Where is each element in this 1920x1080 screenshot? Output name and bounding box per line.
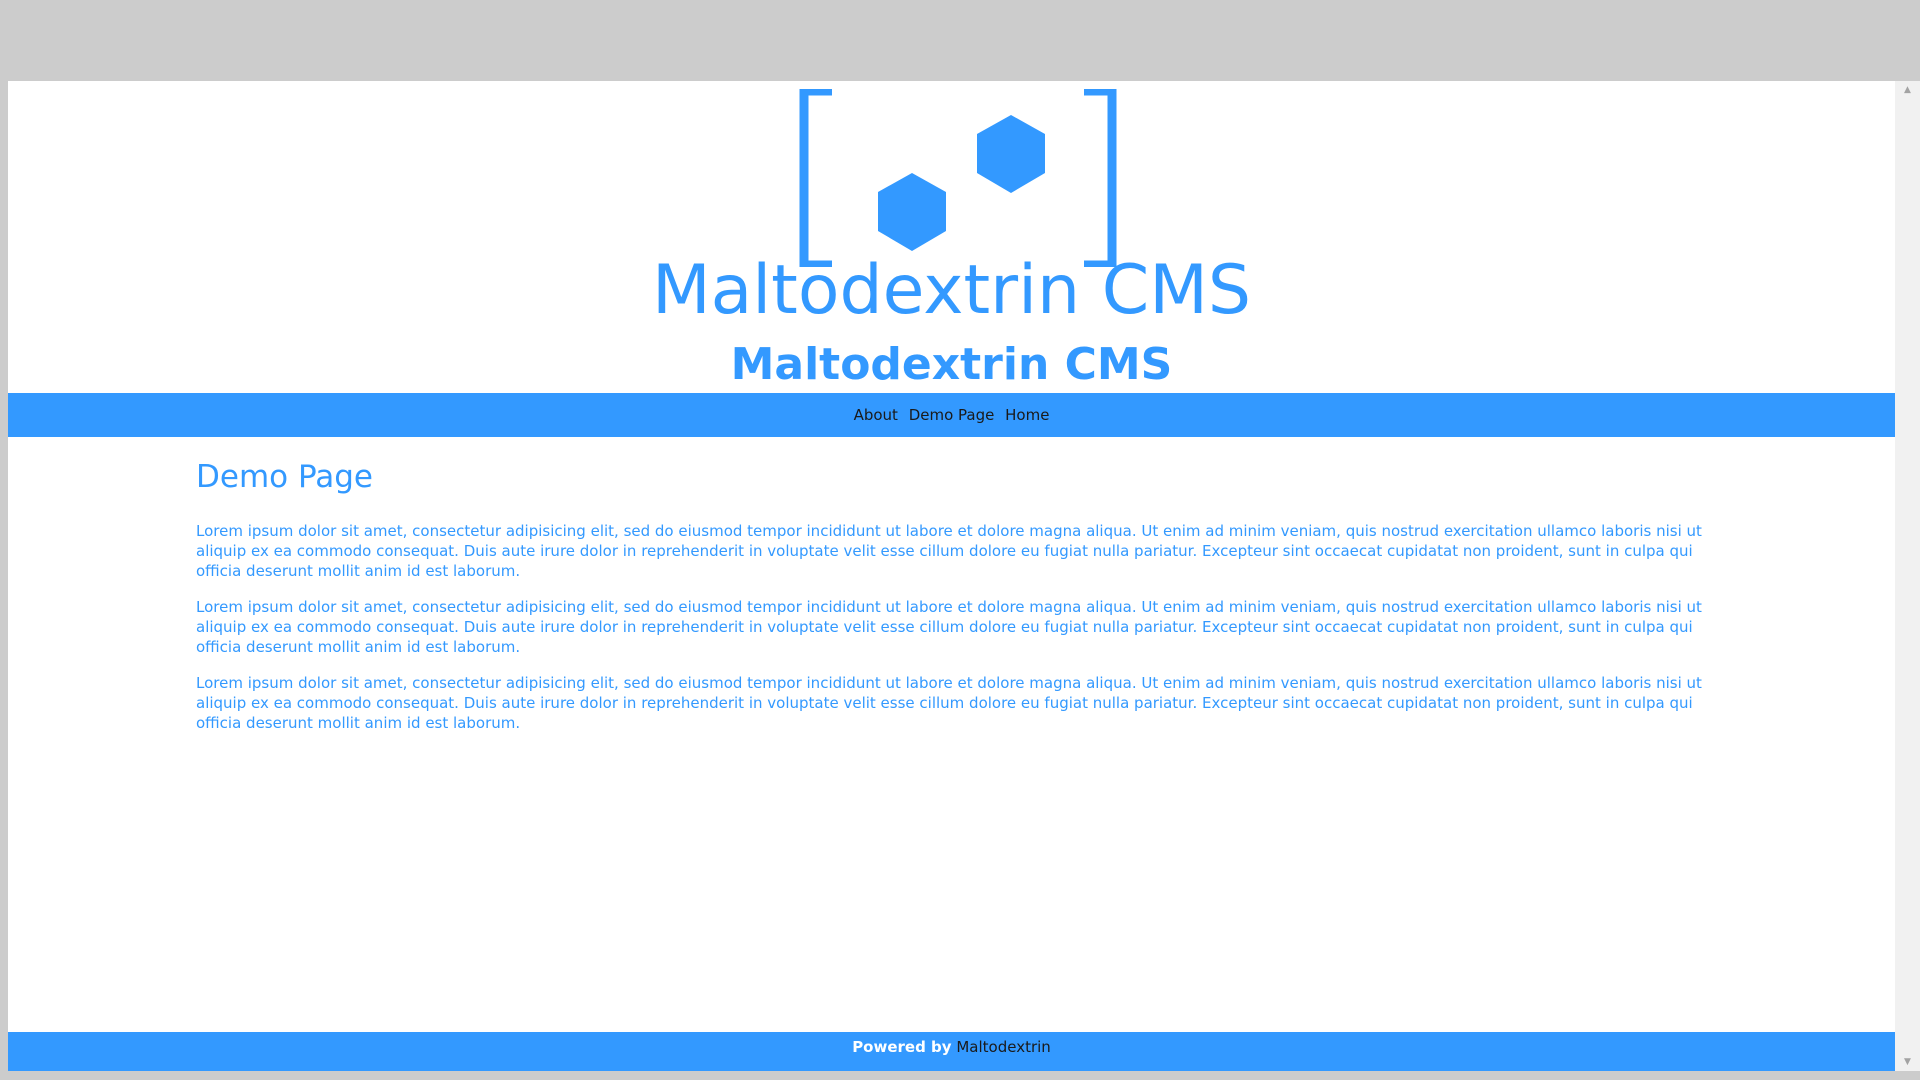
footer-link-maltodextrin[interactable]: Maltodextrin [956, 1038, 1050, 1056]
vertical-scrollbar[interactable]: ▲ ▼ [1895, 81, 1920, 1071]
arrow-up-icon[interactable]: ▲ [1902, 85, 1913, 95]
hexagon-left [878, 173, 946, 251]
site-footer: Powered by Maltodextrin [8, 1032, 1895, 1071]
site-title-small[interactable]: Maltodextrin CMS [8, 337, 1895, 393]
nav-link-demo-page[interactable]: Demo Page [909, 406, 995, 424]
content-paragraph: Lorem ipsum dolor sit amet, consectetur … [196, 598, 1702, 656]
site-logo-icon [799, 89, 1117, 267]
content-paragraph: Lorem ipsum dolor sit amet, consectetur … [196, 674, 1702, 732]
arrow-down-icon[interactable]: ▼ [1902, 1057, 1913, 1067]
content-paragraph: Lorem ipsum dolor sit amet, consectetur … [196, 522, 1702, 580]
main-navigation: About Demo Page Home [8, 393, 1895, 437]
nav-link-home[interactable]: Home [1005, 406, 1049, 424]
nav-link-about[interactable]: About [854, 406, 898, 424]
page-title: Demo Page [196, 459, 374, 495]
page-viewport: Maltodextrin CMS Maltodextrin CMS About … [8, 81, 1895, 1071]
hexagon-right [977, 115, 1045, 193]
left-bracket [799, 89, 832, 267]
footer-powered-by: Powered by [852, 1038, 952, 1056]
site-title-large[interactable]: Maltodextrin CMS [8, 251, 1895, 331]
browser-chrome-bottom [0, 1071, 1920, 1080]
browser-chrome-top [0, 0, 1920, 81]
right-bracket [1084, 89, 1117, 267]
main-content: Demo Page Lorem ipsum dolor sit amet, co… [196, 455, 1710, 749]
